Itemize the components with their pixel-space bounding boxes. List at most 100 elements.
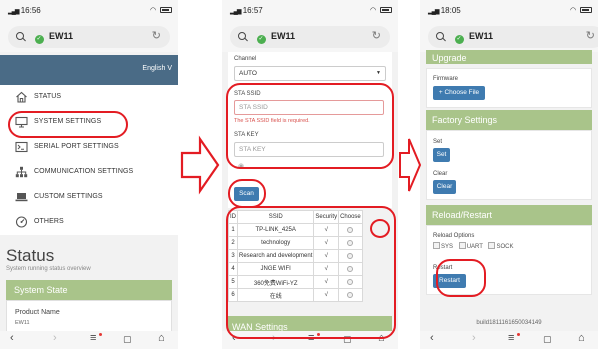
option-label: SOCK	[496, 244, 514, 250]
language-selector[interactable]: English V	[142, 65, 172, 72]
search-icon	[238, 32, 246, 40]
laptop-icon	[15, 193, 28, 202]
battery-icon	[160, 7, 172, 14]
menu-item-serial-port[interactable]: SERIAL PORT SETTINGS	[0, 135, 178, 160]
host-name: EW11	[49, 31, 74, 41]
menu-label: CUSTOM SETTINGS	[34, 193, 103, 200]
dashboard-icon	[15, 216, 28, 228]
arrow-right-icon	[399, 138, 421, 192]
channel-label: Channel	[234, 56, 257, 62]
reload-icon[interactable]: ↻	[372, 29, 381, 42]
browser-nav-bar: ‹ › ≡ ▢ ⌂	[420, 331, 598, 349]
choose-file-button[interactable]: + Choose File	[433, 86, 485, 100]
set-label: Set	[433, 139, 443, 145]
status-bar: ▂▄▆ 16:57 ◠	[222, 0, 398, 22]
wifi-battery-icons: ◠	[150, 6, 172, 14]
option-label: SYS	[441, 244, 454, 250]
clear-label: Clear	[433, 171, 448, 177]
wifi-battery-icons: ◠	[370, 6, 392, 14]
system-state-header: System State	[6, 280, 172, 300]
clock: 16:56	[20, 6, 41, 15]
network-icon	[15, 166, 28, 178]
menu-item-status[interactable]: STATUS	[0, 85, 178, 110]
forward-icon[interactable]: ›	[53, 332, 57, 344]
highlight-restart-button	[436, 259, 486, 297]
reload-icon[interactable]: ↻	[152, 29, 161, 42]
highlight-choose-radio	[370, 219, 390, 238]
menu-label: STATUS	[34, 93, 62, 100]
menu-icon[interactable]: ≡	[90, 332, 96, 344]
option-sys[interactable]: SYS	[433, 242, 454, 250]
address-pill[interactable]: ✓ EW11 ↻	[428, 26, 598, 48]
product-name-value: EW11	[15, 320, 30, 326]
reload-options-label: Reload Options	[433, 233, 475, 239]
signal-icon: ▂▄▆	[230, 9, 242, 15]
shield-icon: ✓	[34, 35, 44, 44]
shield-icon: ✓	[454, 35, 464, 44]
address-pill[interactable]: ✓ EW11 ↻	[8, 26, 170, 48]
terminal-icon	[15, 141, 28, 153]
home-icon	[16, 91, 27, 103]
highlight-sta-fields	[226, 83, 394, 169]
option-label: UART	[466, 244, 483, 250]
set-button[interactable]: Set	[433, 148, 450, 162]
back-icon[interactable]: ‹	[430, 332, 434, 344]
firmware-card: Firmware + Choose File	[426, 68, 592, 108]
sys-checkbox[interactable]	[433, 242, 440, 249]
signal-icon: ▂▄▆	[428, 9, 440, 15]
signal-icon: ▂▄▆	[8, 9, 20, 15]
menu-item-custom[interactable]: CUSTOM SETTINGS	[0, 185, 178, 210]
build-version: build1811161650034149	[476, 320, 542, 326]
factory-settings-card: Set Set Clear Clear	[426, 130, 592, 200]
browser-address-bar[interactable]: ✓ EW11 ↻	[222, 22, 398, 52]
address-pill[interactable]: ✓ EW11 ↻	[230, 26, 390, 48]
reload-restart-header: Reload/Restart	[426, 205, 592, 225]
forward-icon[interactable]: ›	[472, 332, 476, 344]
tabs-icon[interactable]: ▢	[543, 334, 552, 345]
phone-screen-status: ▂▄▆ 16:56 ◠ ✓ EW11 ↻ English V STATUS SY…	[0, 0, 178, 349]
option-sock[interactable]: SOCK	[488, 242, 514, 250]
language-label: English	[142, 65, 166, 72]
channel-value: AUTO	[239, 70, 257, 77]
clear-button[interactable]: Clear	[433, 180, 456, 194]
menu-label: SERIAL PORT SETTINGS	[34, 143, 119, 150]
tabs-icon[interactable]: ▢	[123, 334, 132, 345]
wifi-battery-icons: ◠	[570, 6, 592, 14]
highlight-scan-button	[228, 179, 266, 208]
back-icon[interactable]: ‹	[10, 332, 14, 344]
dropdown-icon: ▼	[376, 70, 381, 76]
browser-address-bar[interactable]: ✓ EW11 ↻	[420, 22, 598, 52]
product-name-label: Product Name	[15, 309, 60, 316]
menu-label: OTHERS	[34, 218, 64, 225]
menu-item-others[interactable]: OTHERS	[0, 210, 178, 235]
sock-checkbox[interactable]	[488, 242, 496, 249]
reload-icon[interactable]: ↻	[586, 29, 595, 42]
status-bar: ▂▄▆ 16:56 ◠	[0, 0, 178, 22]
battery-icon	[380, 7, 392, 14]
home-nav-icon[interactable]: ⌂	[158, 332, 165, 344]
status-bar: ▂▄▆ 18:05 ◠	[420, 0, 598, 22]
shield-icon: ✓	[256, 35, 266, 44]
menu-item-communication[interactable]: COMMUNICATION SETTINGS	[0, 160, 178, 185]
browser-address-bar[interactable]: ✓ EW11 ↻	[0, 22, 178, 52]
search-icon	[436, 32, 444, 40]
home-nav-icon[interactable]: ⌂	[578, 332, 585, 344]
reload-options: SYS UART SOCK	[433, 242, 514, 250]
option-uart[interactable]: UART	[458, 242, 483, 250]
page-subtitle: System running status overview	[6, 266, 91, 272]
upgrade-header: Upgrade	[426, 50, 592, 64]
highlight-system-settings	[8, 111, 128, 138]
notification-dot	[517, 333, 520, 336]
arrow-right-icon	[180, 135, 220, 195]
product-name-card: Product Name EW11	[6, 300, 172, 333]
host-name: EW11	[469, 31, 494, 41]
factory-settings-header: Factory Settings	[426, 110, 592, 130]
firmware-label: Firmware	[433, 76, 458, 82]
channel-select[interactable]: AUTO ▼	[234, 66, 386, 81]
menu-label: COMMUNICATION SETTINGS	[34, 168, 134, 175]
settings-menu: STATUS SYSTEM SETTINGS SERIAL PORT SETTI…	[0, 85, 178, 235]
menu-icon[interactable]: ≡	[508, 332, 514, 344]
host-name: EW11	[271, 31, 296, 41]
battery-icon	[580, 7, 592, 14]
uart-checkbox[interactable]	[458, 242, 466, 249]
